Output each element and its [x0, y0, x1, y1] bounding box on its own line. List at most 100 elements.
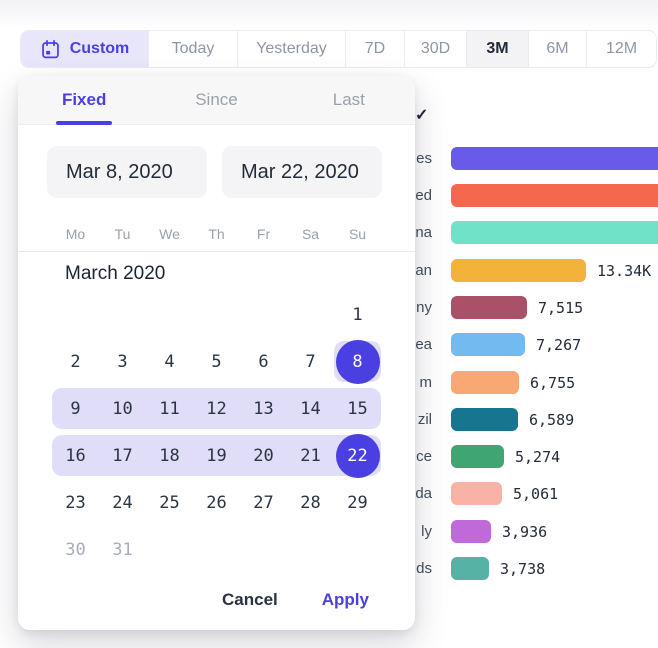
chart-bar[interactable] [451, 520, 491, 543]
day-number: 3 [117, 352, 127, 372]
calendar-day-15[interactable]: 15 [334, 385, 381, 432]
calendar-day-27[interactable]: 27 [240, 479, 287, 526]
calendar-day-17[interactable]: 17 [99, 432, 146, 479]
range-option-6m[interactable]: 6M [529, 31, 587, 67]
calendar-day-16[interactable]: 16 [52, 432, 99, 479]
day-number: 13 [253, 399, 273, 419]
calendar-day-14[interactable]: 14 [287, 385, 334, 432]
calendar-day-24[interactable]: 24 [99, 479, 146, 526]
calendar-day-22[interactable]: 22 [334, 432, 381, 479]
calendar-day-30[interactable]: 30 [52, 526, 99, 573]
calendar-day-empty [193, 526, 240, 573]
calendar-day-2[interactable]: 2 [52, 338, 99, 385]
calendar-day-5[interactable]: 5 [193, 338, 240, 385]
calendar-day-21[interactable]: 21 [287, 432, 334, 479]
chart-bar[interactable] [451, 557, 489, 580]
calendar-day-28[interactable]: 28 [287, 479, 334, 526]
day-number: 27 [253, 493, 273, 513]
chart-bar-value: 7,267 [536, 334, 581, 357]
chart-bar[interactable] [451, 371, 519, 394]
calendar-day-empty [287, 526, 334, 573]
calendar-day-18[interactable]: 18 [146, 432, 193, 479]
chart-bar-value: 3,738 [500, 558, 545, 581]
day-number: 12 [206, 399, 226, 419]
calendar-day-23[interactable]: 23 [52, 479, 99, 526]
day-number: 20 [253, 446, 273, 466]
day-number: 15 [347, 399, 367, 419]
calendar-day-11[interactable]: 11 [146, 385, 193, 432]
day-number: 18 [159, 446, 179, 466]
chart-row-label-fragment: ly [421, 520, 432, 543]
range-option-today[interactable]: Today [149, 31, 238, 67]
day-number: 14 [300, 399, 320, 419]
date-range-toolbar: Custom TodayYesterday 7D 30D3M6M 12M [20, 30, 657, 68]
calendar-day-1[interactable]: 1 [334, 291, 381, 338]
day-number: 16 [65, 446, 85, 466]
calendar-day-3[interactable]: 3 [99, 338, 146, 385]
chart-row-label-fragment: ea [415, 333, 432, 356]
chart-bar[interactable] [451, 296, 527, 319]
calendar-day-6[interactable]: 6 [240, 338, 287, 385]
range-option-custom[interactable]: Custom [21, 31, 149, 67]
chart-row-label-fragment: na [415, 221, 432, 244]
range-option-30d[interactable]: 30D [405, 31, 467, 67]
chart-row-label-fragment: ed [415, 184, 432, 207]
day-number: 22 [347, 446, 367, 466]
calendar-day-10[interactable]: 10 [99, 385, 146, 432]
weekday-header-row: MoTuWeThFrSaSu [18, 226, 415, 252]
calendar-day-31[interactable]: 31 [99, 526, 146, 573]
apply-button[interactable]: Apply [322, 590, 369, 610]
calendar-day-4[interactable]: 4 [146, 338, 193, 385]
calendar-day-20[interactable]: 20 [240, 432, 287, 479]
day-number: 10 [112, 399, 132, 419]
chart-row-label-fragment: zil [418, 408, 432, 431]
chart-bar[interactable] [451, 408, 518, 431]
chart-bar[interactable] [451, 184, 658, 207]
chart-bar[interactable] [451, 147, 658, 170]
calendar-day-8[interactable]: 8 [334, 338, 381, 385]
cancel-button[interactable]: Cancel [222, 590, 278, 610]
range-option-label: Custom [70, 40, 130, 58]
calendar-day-29[interactable]: 29 [334, 479, 381, 526]
calendar-day-12[interactable]: 12 [193, 385, 240, 432]
end-date-input[interactable]: Mar 22, 2020 [222, 146, 382, 198]
chart-bar[interactable] [451, 221, 658, 244]
day-number: 9 [70, 399, 80, 419]
calendar-grid: 1234567891011121314151617181920212223242… [18, 291, 415, 573]
calendar-day-empty [334, 526, 381, 573]
calendar-day-19[interactable]: 19 [193, 432, 240, 479]
day-number: 2 [70, 352, 80, 372]
tab-last[interactable]: Last [283, 76, 415, 124]
tab-since[interactable]: Since [150, 76, 282, 124]
date-inputs-row: Mar 8, 2020 Mar 22, 2020 [18, 125, 415, 198]
chart-bar[interactable] [451, 482, 502, 505]
weekday-label: Fr [240, 226, 287, 242]
calendar-day-empty [193, 291, 240, 338]
chart-bar[interactable] [451, 333, 525, 356]
chart-bar[interactable] [451, 445, 504, 468]
range-option-7d[interactable]: 7D [346, 31, 405, 67]
day-number: 26 [206, 493, 226, 513]
date-picker-footer: Cancel Apply [18, 573, 415, 610]
calendar-day-25[interactable]: 25 [146, 479, 193, 526]
day-number: 1 [352, 305, 362, 325]
chart-bar-value: 13.34K [597, 260, 651, 283]
range-option-3m[interactable]: 3M [467, 31, 529, 67]
day-number: 17 [112, 446, 132, 466]
range-option-label: 7D [365, 40, 385, 58]
chart-bar[interactable] [451, 259, 586, 282]
range-option-12m[interactable]: 12M [587, 31, 656, 67]
calendar-day-7[interactable]: 7 [287, 338, 334, 385]
day-number: 19 [206, 446, 226, 466]
start-date-input[interactable]: Mar 8, 2020 [47, 146, 207, 198]
weekday-label: Su [334, 226, 381, 242]
range-option-label: 12M [606, 40, 637, 58]
calendar-day-26[interactable]: 26 [193, 479, 240, 526]
tab-fixed[interactable]: Fixed [18, 76, 150, 124]
date-picker-popover: Fixed Since Last Mar 8, 2020 Mar 22, 202… [18, 76, 415, 630]
chart-bar-value: 5,061 [513, 483, 558, 506]
day-number: 25 [159, 493, 179, 513]
calendar-day-13[interactable]: 13 [240, 385, 287, 432]
range-option-yesterday[interactable]: Yesterday [238, 31, 346, 67]
calendar-day-9[interactable]: 9 [52, 385, 99, 432]
